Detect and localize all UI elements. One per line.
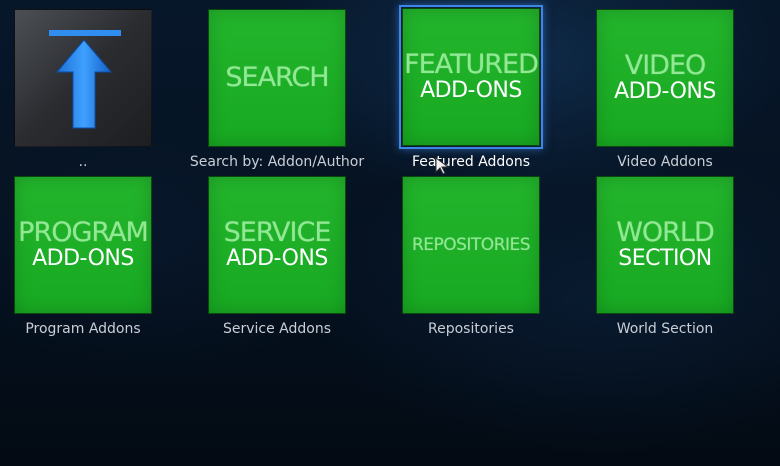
program-addons-thumbnail: PROGRAM ADD-ONS [14, 176, 152, 314]
service-art-thin-text: SERVICE [223, 217, 332, 248]
tile-search[interactable]: SEARCH [205, 6, 349, 150]
tile-label-service: Service Addons [222, 321, 332, 337]
tile-label-search: Search by: Addon/Author [189, 154, 365, 170]
video-art-thin-text: VIDEO [624, 50, 707, 81]
up-arrow-icon [49, 30, 121, 129]
repositories-thumbnail: REPOSITORIES [402, 176, 540, 314]
tile-label-video: Video Addons [617, 154, 713, 170]
tile-label-parent: .. [78, 154, 88, 170]
featured-art-bold-text: ADD-ONS [420, 78, 522, 103]
featured-art-thin-text: FEATURED [404, 49, 539, 80]
world-art-thin-text: WORLD [616, 217, 715, 248]
tile-featured-addons[interactable]: FEATURED ADD-ONS [399, 5, 543, 149]
repositories-art-text: REPOSITORIES [411, 235, 531, 255]
tile-repositories[interactable]: REPOSITORIES [399, 173, 543, 317]
service-addons-thumbnail: SERVICE ADD-ONS [208, 176, 346, 314]
tile-label-program: Program Addons [25, 321, 141, 337]
video-addons-thumbnail: VIDEO ADD-ONS [596, 9, 734, 147]
program-art-thin-text: PROGRAM [18, 217, 149, 248]
tile-label-world: World Section [616, 321, 714, 337]
tile-world-section[interactable]: WORLD SECTION [593, 173, 737, 317]
tile-video-addons[interactable]: VIDEO ADD-ONS [593, 6, 737, 150]
tile-service-addons[interactable]: SERVICE ADD-ONS [205, 173, 349, 317]
mouse-pointer-icon [435, 157, 450, 175]
featured-addons-thumbnail: FEATURED ADD-ONS [402, 8, 540, 146]
tile-label-featured: Featured Addons [411, 154, 531, 170]
program-art-bold-text: ADD-ONS [32, 246, 134, 271]
tile-label-repositories: Repositories [428, 321, 514, 337]
tile-program-addons[interactable]: PROGRAM ADD-ONS [11, 173, 155, 317]
parent-folder-thumbnail [14, 9, 152, 147]
addon-browser-screen: SEARCH FEATURED ADD-ONS VIDEO ADD-ONS ..… [0, 0, 780, 466]
tile-parent-folder[interactable] [11, 6, 155, 150]
world-art-bold-text: SECTION [618, 246, 712, 271]
search-thumbnail: SEARCH [208, 9, 346, 147]
search-art-text: SEARCH [225, 62, 329, 93]
video-art-bold-text: ADD-ONS [614, 79, 716, 104]
world-section-thumbnail: WORLD SECTION [596, 176, 734, 314]
service-art-bold-text: ADD-ONS [226, 246, 328, 271]
